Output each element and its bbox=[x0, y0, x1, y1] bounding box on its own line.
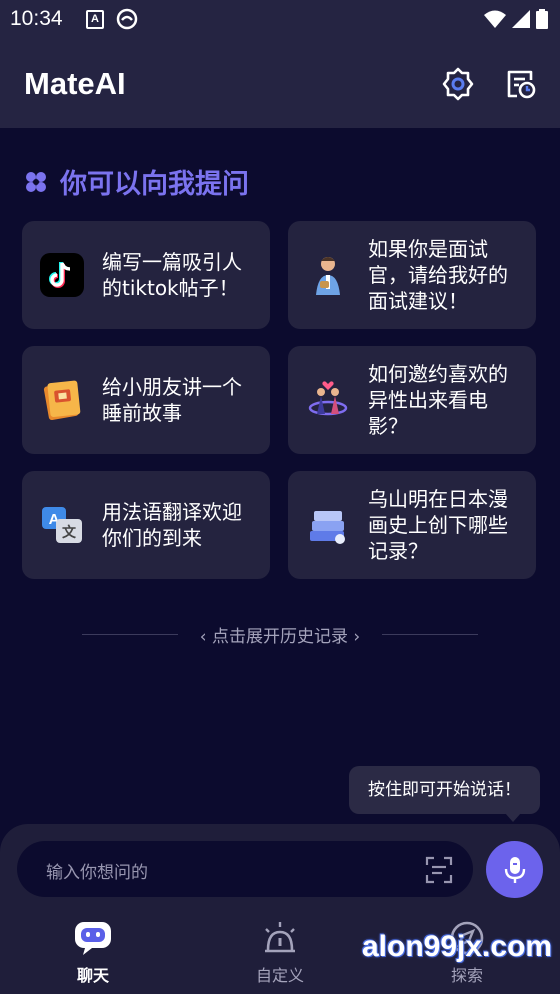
signal-icon bbox=[512, 10, 530, 32]
status-time: 10:34 bbox=[10, 7, 63, 30]
svg-text:文: 文 bbox=[62, 524, 77, 541]
browser-notification-icon bbox=[116, 8, 138, 34]
settings-button[interactable] bbox=[440, 66, 476, 102]
scan-icon bbox=[425, 856, 453, 884]
voice-button[interactable] bbox=[486, 841, 543, 898]
scan-button[interactable] bbox=[424, 855, 454, 889]
voice-tooltip: 按住即可开始说话！ bbox=[349, 766, 540, 814]
nav-custom-label: 自定义 bbox=[255, 966, 304, 985]
prompt-card-text: 如果你是面试 官，请给我好的 面试建议！ bbox=[368, 237, 508, 313]
nav-chat-label: 聊天 bbox=[76, 966, 109, 985]
storybook-icon bbox=[43, 380, 81, 421]
prompt-card-text: 用法语翻译欢迎 你们的到来 bbox=[102, 500, 242, 550]
prompt-card-text: 编写一篇吸引人 的tiktok帖子！ bbox=[102, 250, 242, 300]
watermark: alon99jx.com bbox=[362, 930, 553, 963]
prompt-card-text: 如何邀约喜欢的 异性出来看电 影？ bbox=[368, 362, 508, 438]
prompt-card-text: 给小朋友讲一个 睡前故事 bbox=[102, 375, 242, 425]
chat-bot-icon bbox=[75, 922, 111, 955]
nav-custom[interactable]: 自定义 bbox=[220, 920, 340, 986]
clover-icon bbox=[26, 171, 46, 192]
wifi-icon bbox=[484, 10, 506, 32]
history-button[interactable] bbox=[503, 66, 539, 102]
notification-a-icon: A bbox=[86, 10, 104, 29]
prompt-card-text: 乌山明在日本漫 画史上创下哪些 记录？ bbox=[368, 487, 508, 563]
nav-chat[interactable]: 聊天 bbox=[33, 920, 153, 986]
history-expand-label: ‹ 点击展开历史记录 › bbox=[199, 627, 361, 647]
nav-explore-label: 探索 bbox=[450, 966, 483, 985]
battery-icon bbox=[536, 9, 548, 33]
app-title: MateAI bbox=[24, 66, 126, 101]
bottom-panel: 输入你想问的 聊天 自定义 探索 bbox=[0, 824, 560, 994]
translate-icon: A 文 bbox=[42, 507, 82, 543]
prompt-card-date[interactable]: 如何邀约喜欢的 异性出来看电 影？ bbox=[288, 346, 536, 454]
prompt-card-translate[interactable]: A 文 用法语翻译欢迎 你们的到来 bbox=[22, 471, 270, 579]
interviewer-icon bbox=[316, 257, 340, 295]
message-input[interactable]: 输入你想问的 bbox=[17, 841, 473, 897]
calendar-clock-icon bbox=[507, 70, 536, 99]
history-expand[interactable]: ‹ 点击展开历史记录 › bbox=[0, 620, 560, 648]
couple-icon bbox=[308, 381, 348, 416]
prompt-heading: 你可以向我提问 bbox=[24, 162, 249, 201]
prompt-card-manga[interactable]: 乌山明在日本漫 画史上创下哪些 记录？ bbox=[288, 471, 536, 579]
input-placeholder: 输入你想问的 bbox=[46, 863, 148, 883]
status-bar: 10:34 A bbox=[0, 0, 560, 38]
prompt-card-story[interactable]: 给小朋友讲一个 睡前故事 bbox=[22, 346, 270, 454]
gear-icon bbox=[442, 67, 474, 101]
tiktok-logo-icon bbox=[40, 253, 84, 297]
books-icon bbox=[310, 511, 345, 544]
microphone-icon bbox=[504, 856, 525, 883]
lightbulb-icon bbox=[265, 922, 295, 953]
prompt-title: 你可以向我提问 bbox=[60, 169, 249, 200]
prompt-card-tiktok[interactable]: 编写一篇吸引人 的tiktok帖子！ bbox=[22, 221, 270, 329]
app-header: MateAI bbox=[0, 38, 560, 128]
tooltip-arrow bbox=[505, 813, 521, 822]
prompt-card-interview[interactable]: 如果你是面试 官，请给我好的 面试建议！ bbox=[288, 221, 536, 329]
